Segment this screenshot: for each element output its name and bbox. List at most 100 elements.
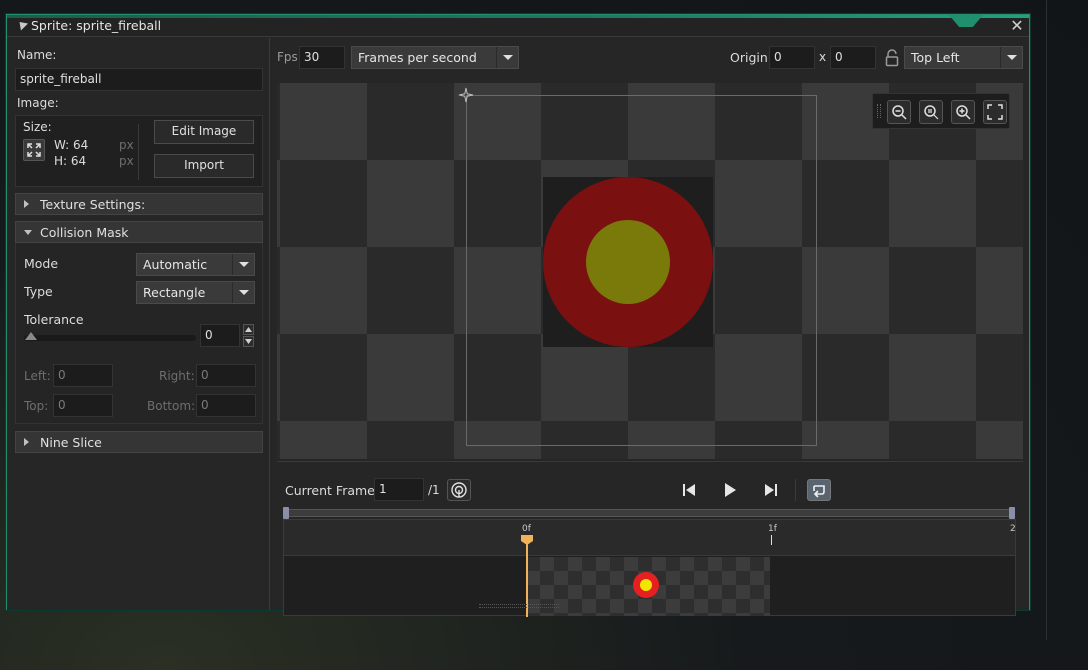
current-frame-input[interactable]: 1 [374, 478, 424, 501]
thumb-checker-cell [680, 571, 694, 585]
decrement-icon[interactable] [243, 336, 254, 347]
sprite-canvas[interactable] [277, 83, 1023, 459]
thumb-checker-cell [680, 613, 694, 616]
texture-settings-header[interactable]: Texture Settings: [15, 193, 263, 215]
left-input[interactable]: 0 [53, 364, 113, 387]
thumb-checker-cell [624, 599, 638, 613]
thumb-checker-cell [610, 571, 624, 585]
fps-input[interactable]: 30 [299, 46, 345, 69]
range-end-handle[interactable] [1009, 507, 1015, 519]
thumb-checker-cell [596, 571, 610, 585]
height-text: H: 64 [54, 154, 87, 168]
loop-icon[interactable] [807, 479, 831, 501]
expand-arrow-icon [24, 438, 29, 446]
checker-cell [280, 247, 367, 334]
slider-handle-icon[interactable] [25, 332, 37, 340]
tolerance-slider[interactable] [24, 335, 196, 341]
import-button[interactable]: Import [154, 154, 254, 178]
thumb-checker-cell [596, 557, 610, 571]
origin-preset-dropdown[interactable]: Top Left [904, 46, 1023, 69]
thumb-checker-cell [540, 585, 554, 599]
thumb-checker-cell [582, 613, 596, 616]
collapse-arrow-icon[interactable] [15, 18, 29, 31]
thumb-checker-cell [554, 613, 568, 616]
ruler-label-0: 0f [522, 524, 531, 534]
bottom-input[interactable]: 0 [196, 394, 256, 417]
sprite-editor-window: Sprite: sprite_fireball ✕ Name: sprite_f… [6, 14, 1030, 617]
drag-handle-icon[interactable] [877, 104, 881, 118]
thumb-checker-cell [764, 613, 770, 616]
thumb-checker-cell [526, 571, 540, 585]
skip-start-icon[interactable] [679, 481, 699, 499]
edit-image-button[interactable]: Edit Image [154, 120, 254, 144]
bottom-label: Bottom: [147, 399, 196, 413]
checker-cell [280, 160, 367, 247]
origin-y-input[interactable]: 0 [830, 46, 876, 69]
collision-mask-body: Mode Automatic Type Rectangle Tolerance … [15, 243, 263, 424]
range-start-handle[interactable] [283, 507, 289, 519]
thumb-checker-cell [694, 613, 708, 616]
title-bar[interactable]: Sprite: sprite_fireball ✕ [7, 15, 1029, 37]
checker-cell [280, 421, 367, 459]
background-divider [1046, 0, 1047, 640]
image-label: Image: [17, 96, 59, 110]
thumb-checker-cell [764, 557, 770, 571]
tolerance-label: Tolerance [24, 312, 84, 327]
play-icon[interactable] [720, 481, 740, 499]
mode-value: Automatic [143, 257, 208, 272]
zoom-reset-icon[interactable] [919, 100, 943, 124]
origin-icon[interactable] [458, 87, 474, 103]
collision-mask-header[interactable]: Collision Mask [15, 221, 263, 243]
fullscreen-icon[interactable] [983, 100, 1007, 124]
close-icon[interactable]: ✕ [1009, 18, 1025, 34]
type-label: Type [24, 284, 53, 299]
panel-divider [269, 38, 270, 610]
increment-icon[interactable] [243, 324, 254, 335]
timeline-range-bar[interactable] [285, 509, 1013, 517]
type-dropdown[interactable]: Rectangle [136, 281, 255, 304]
lock-icon[interactable] [884, 49, 900, 67]
checker-cell [889, 421, 976, 459]
thumb-checker-cell [526, 585, 540, 599]
fit-icon[interactable] [23, 139, 45, 161]
skip-end-icon[interactable] [761, 481, 781, 499]
thumb-checker-cell [708, 571, 722, 585]
origin-separator: x [819, 50, 827, 64]
properties-panel: Name: sprite_fireball Image: Size: W: 64… [7, 38, 269, 610]
image-box: Size: W: 64 H: 64 px px Edit Image Impor… [15, 115, 263, 187]
timeline-ruler [284, 520, 1015, 556]
thumb-checker-cell [554, 585, 568, 599]
name-input[interactable]: sprite_fireball [15, 68, 263, 91]
thumb-checker-cell [750, 599, 764, 613]
right-input[interactable]: 0 [196, 364, 256, 387]
window-title: Sprite: sprite_fireball [31, 18, 162, 33]
thumb-checker-cell [708, 557, 722, 571]
nine-slice-header[interactable]: Nine Slice [15, 431, 263, 453]
total-frames-text: /1 [428, 483, 440, 497]
top-label: Top: [24, 399, 49, 413]
current-frame-label: Current Frame: [285, 483, 380, 498]
chevron-down-icon [496, 47, 518, 68]
thumb-checker-cell [722, 571, 736, 585]
onion-skin-icon[interactable] [447, 479, 471, 501]
collision-mask-label: Collision Mask [40, 225, 129, 240]
thumb-checker-cell [694, 599, 708, 613]
thumb-checker-cell [736, 557, 750, 571]
thumb-checker-cell [666, 557, 680, 571]
origin-x-input[interactable]: 0 [769, 46, 815, 69]
thumb-checker-cell [708, 585, 722, 599]
fps-mode-dropdown[interactable]: Frames per second [351, 46, 519, 69]
top-input[interactable]: 0 [53, 394, 113, 417]
frame-thumbnail[interactable] [526, 557, 770, 616]
mode-dropdown[interactable]: Automatic [136, 253, 255, 276]
zoom-out-icon[interactable] [887, 100, 911, 124]
timeline[interactable]: 0f 1f 2 [283, 519, 1016, 617]
thumb-checker-cell [736, 613, 750, 616]
zoom-in-icon[interactable] [951, 100, 975, 124]
resize-grip[interactable] [479, 604, 559, 608]
checker-cell [367, 421, 454, 459]
nine-slice-label: Nine Slice [40, 435, 102, 450]
thumb-checker-cell [610, 585, 624, 599]
thumb-checker-cell [736, 599, 750, 613]
tolerance-input[interactable]: 0 [200, 324, 240, 347]
